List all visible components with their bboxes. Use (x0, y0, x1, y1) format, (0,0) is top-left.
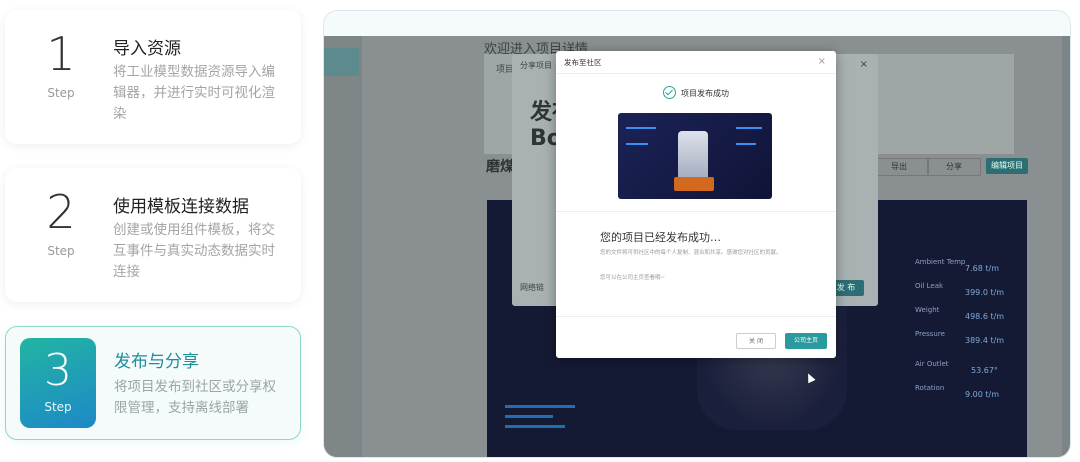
close-icon[interactable]: × (860, 59, 868, 70)
thumb-line (626, 143, 648, 145)
dialog-header: 发布至社区 × (556, 51, 836, 74)
dash-stat-label: Oil Leak (915, 282, 944, 290)
thumb-line (736, 143, 756, 145)
step-number: 3 (44, 345, 72, 396)
step-description: 将项目发布到社区或分享权限管理，支持离线部署 (114, 379, 276, 416)
edit-project-button[interactable]: 编辑项目 (986, 158, 1028, 174)
machine-base (674, 177, 714, 191)
success-text: 项目发布成功 (681, 89, 729, 98)
step-number: 1 (46, 27, 76, 81)
dash-stat-label: Rotation (915, 384, 945, 392)
sidebar-active-item (324, 48, 359, 76)
step-label: Step (44, 400, 72, 414)
step-card-2[interactable]: 2 Step 使用模板连接数据 创建或使用组件模板，将交互事件与真实动态数据实时… (5, 168, 301, 302)
dash-bar (505, 415, 553, 418)
dialog-sub-message: 您的文件将可供社区中的每个人复制、混合和共享。感谢您对社区的贡献。 (600, 250, 782, 256)
step-label: Step (47, 86, 75, 100)
step-number-block: 2 Step (21, 184, 101, 258)
step-title: 使用模板连接数据 (113, 197, 249, 217)
share-button[interactable]: 分享 (927, 158, 981, 176)
step-number-block: 1 Step (21, 26, 101, 100)
dash-bar (505, 425, 565, 428)
divider (556, 316, 836, 317)
step-label: Step (47, 244, 75, 258)
project-thumbnail (618, 113, 772, 199)
dash-stat-label: Pressure (915, 330, 945, 338)
steps-panel: 1 Step 导入资源 将工业模型数据资源导入编辑器，并进行实时可视化渲染 2 … (0, 0, 310, 462)
dash-stat-label: Weight (915, 306, 940, 314)
dash-stat-label: Ambient Temp (915, 258, 966, 266)
step-card-3-active[interactable]: 3 Step 发布与分享 将项目发布到社区或分享权限管理，支持离线部署 (5, 326, 301, 440)
thumb-line (736, 127, 762, 129)
success-row: 项目发布成功 (556, 86, 836, 100)
dash-stat-value: 9.00 t/m (965, 390, 999, 399)
step-title: 发布与分享 (114, 352, 199, 372)
share-tab[interactable]: 分享项目 (520, 60, 552, 71)
dash-stat-value: 389.4 t/m (965, 336, 1005, 345)
export-button[interactable]: 导出 (869, 158, 929, 176)
dialog-message: 您的项目已经发布成功… (600, 231, 721, 244)
step-card-1[interactable]: 1 Step 导入资源 将工业模型数据资源导入编辑器，并进行实时可视化渲染 (5, 10, 301, 144)
dialog-sub-message-2: 您可以在公司主页查看哦~ (600, 275, 666, 281)
divider (556, 211, 836, 212)
dash-stat-label: Air Outlet (915, 360, 949, 368)
dash-stat-value: 7.68 t/m (965, 264, 999, 273)
close-button[interactable]: 关 闭 (736, 333, 776, 349)
preview-screenshot: 欢迎进入项目详情 项目 磨煤 导出 分享 编辑项目 Ambient Temp 7… (324, 36, 1070, 457)
app-sidebar (324, 36, 359, 457)
step-description: 创建或使用组件模板，将交互事件与真实动态数据实时连接 (113, 222, 275, 280)
dash-stat-value: 399.0 t/m (965, 288, 1005, 297)
background-title: 磨煤 (486, 159, 514, 175)
close-icon[interactable]: × (818, 56, 826, 67)
thumb-line (626, 127, 656, 129)
preview-frame: 欢迎进入项目详情 项目 磨煤 导出 分享 编辑项目 Ambient Temp 7… (323, 10, 1071, 458)
publish-success-dialog: 发布至社区 × 项目发布成功 您的项目已经发布成功… 您的文件将可供社区中的每个… (556, 51, 836, 358)
step-number: 2 (46, 185, 76, 239)
step-title: 导入资源 (113, 39, 181, 59)
dash-bar (505, 405, 575, 408)
dash-stat-value: 53.67° (971, 366, 998, 375)
step-description: 将工业模型数据资源导入编辑器，并进行实时可视化渲染 (113, 64, 275, 122)
check-circle-icon (663, 86, 676, 99)
dialog-title: 发布至社区 (564, 58, 602, 67)
dash-stat-value: 498.6 t/m (965, 312, 1005, 321)
step-number-badge: 3 Step (20, 338, 96, 428)
globe-link[interactable]: 网络链 (520, 282, 544, 293)
company-home-button[interactable]: 公司主页 (785, 333, 827, 349)
